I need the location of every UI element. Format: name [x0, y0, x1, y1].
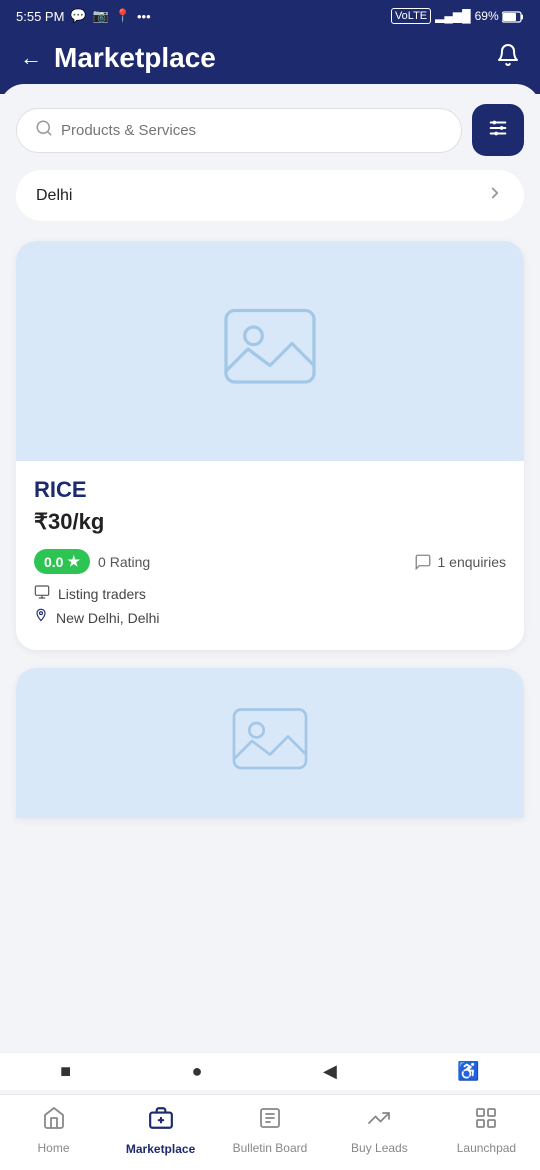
home-icon — [42, 1106, 66, 1137]
launchpad-label: Launchpad — [457, 1141, 516, 1155]
search-input[interactable] — [61, 122, 443, 139]
search-icon — [35, 119, 53, 142]
main-content: Delhi RICE ₹30/kg 0.0 — [0, 84, 540, 984]
rating-star-icon: ★ — [67, 553, 80, 570]
bottom-nav: Home Marketplace Bulletin Board — [0, 1094, 540, 1170]
bulletin-board-icon — [258, 1106, 282, 1137]
location-selector[interactable]: Delhi — [16, 170, 524, 221]
selected-city: Delhi — [36, 187, 72, 205]
product-card-1[interactable]: RICE ₹30/kg 0.0 ★ 0 Rating 1 enquiries — [16, 241, 524, 650]
enquiries-count: 1 enquiries — [414, 553, 507, 571]
header-left: ← Marketplace — [20, 42, 216, 74]
nav-item-bulletin[interactable]: Bulletin Board — [233, 1106, 308, 1155]
more-icon: ••• — [137, 9, 151, 24]
marketplace-icon — [148, 1105, 174, 1138]
nav-item-marketplace[interactable]: Marketplace — [126, 1105, 196, 1156]
system-back-button[interactable]: ◀ — [323, 1061, 337, 1082]
volte-icon: VoLTE — [391, 8, 431, 24]
chevron-right-icon — [486, 184, 504, 207]
location-pin-icon — [34, 608, 48, 628]
system-circle-button[interactable]: ● — [192, 1061, 203, 1082]
location-info: New Delhi, Delhi — [34, 608, 506, 628]
battery-icon: 69% — [475, 9, 524, 23]
system-accessibility-button[interactable]: ♿ — [457, 1061, 479, 1082]
home-label: Home — [38, 1141, 70, 1155]
status-bar: 5:55 PM 💬 📷 📍 ••• VoLTE ▂▄▆█ 69% — [0, 0, 540, 32]
product-image-2 — [16, 668, 524, 818]
product-card-2-partial[interactable] — [16, 668, 524, 818]
rating-value: 0.0 — [44, 554, 63, 570]
filter-button[interactable] — [472, 104, 524, 156]
rating-count: 0 Rating — [98, 554, 150, 570]
system-nav-bar: ■ ● ◀ ♿ — [0, 1052, 540, 1090]
filter-icon — [487, 117, 509, 144]
notification-bell-icon[interactable] — [496, 43, 520, 73]
system-square-button[interactable]: ■ — [60, 1061, 71, 1082]
trader-name: Listing traders — [58, 586, 146, 602]
bulletin-label: Bulletin Board — [233, 1141, 308, 1155]
product-price-1: ₹30/kg — [34, 509, 506, 535]
trader-info: Listing traders — [34, 584, 506, 604]
nav-item-buyleads[interactable]: Buy Leads — [344, 1106, 414, 1155]
whatsapp-icon: 💬 — [70, 8, 86, 24]
rating-badge: 0.0 ★ — [34, 549, 90, 574]
signal-bars-icon: ▂▄▆█ — [435, 9, 470, 23]
card-meta-row-1: 0.0 ★ 0 Rating 1 enquiries — [34, 549, 506, 574]
buyleads-icon — [367, 1106, 391, 1137]
search-input-wrap[interactable] — [16, 108, 462, 153]
nav-item-home[interactable]: Home — [19, 1106, 89, 1155]
page-title: Marketplace — [54, 42, 216, 74]
nav-item-launchpad[interactable]: Launchpad — [451, 1106, 521, 1155]
product-location: New Delhi, Delhi — [56, 610, 159, 626]
status-time: 5:55 PM — [16, 9, 64, 24]
instagram-icon: 📷 — [93, 8, 109, 24]
location-icon: 📍 — [115, 8, 131, 24]
image-placeholder-icon — [215, 294, 325, 409]
trader-icon — [34, 584, 50, 604]
status-right: VoLTE ▂▄▆█ 69% — [391, 8, 524, 24]
product-name-1: RICE — [34, 477, 506, 503]
card-body-1: RICE ₹30/kg 0.0 ★ 0 Rating 1 enquiries — [16, 461, 524, 650]
product-image-1 — [16, 241, 524, 461]
marketplace-label: Marketplace — [126, 1142, 195, 1156]
enquiries-label: 1 enquiries — [438, 554, 507, 570]
search-row — [16, 104, 524, 156]
buyleads-label: Buy Leads — [351, 1141, 408, 1155]
status-left: 5:55 PM 💬 📷 📍 ••• — [16, 8, 151, 24]
rating-section: 0.0 ★ 0 Rating — [34, 549, 150, 574]
image-placeholder-icon-2 — [225, 696, 315, 791]
launchpad-icon — [474, 1106, 498, 1137]
back-button[interactable]: ← — [20, 45, 42, 71]
